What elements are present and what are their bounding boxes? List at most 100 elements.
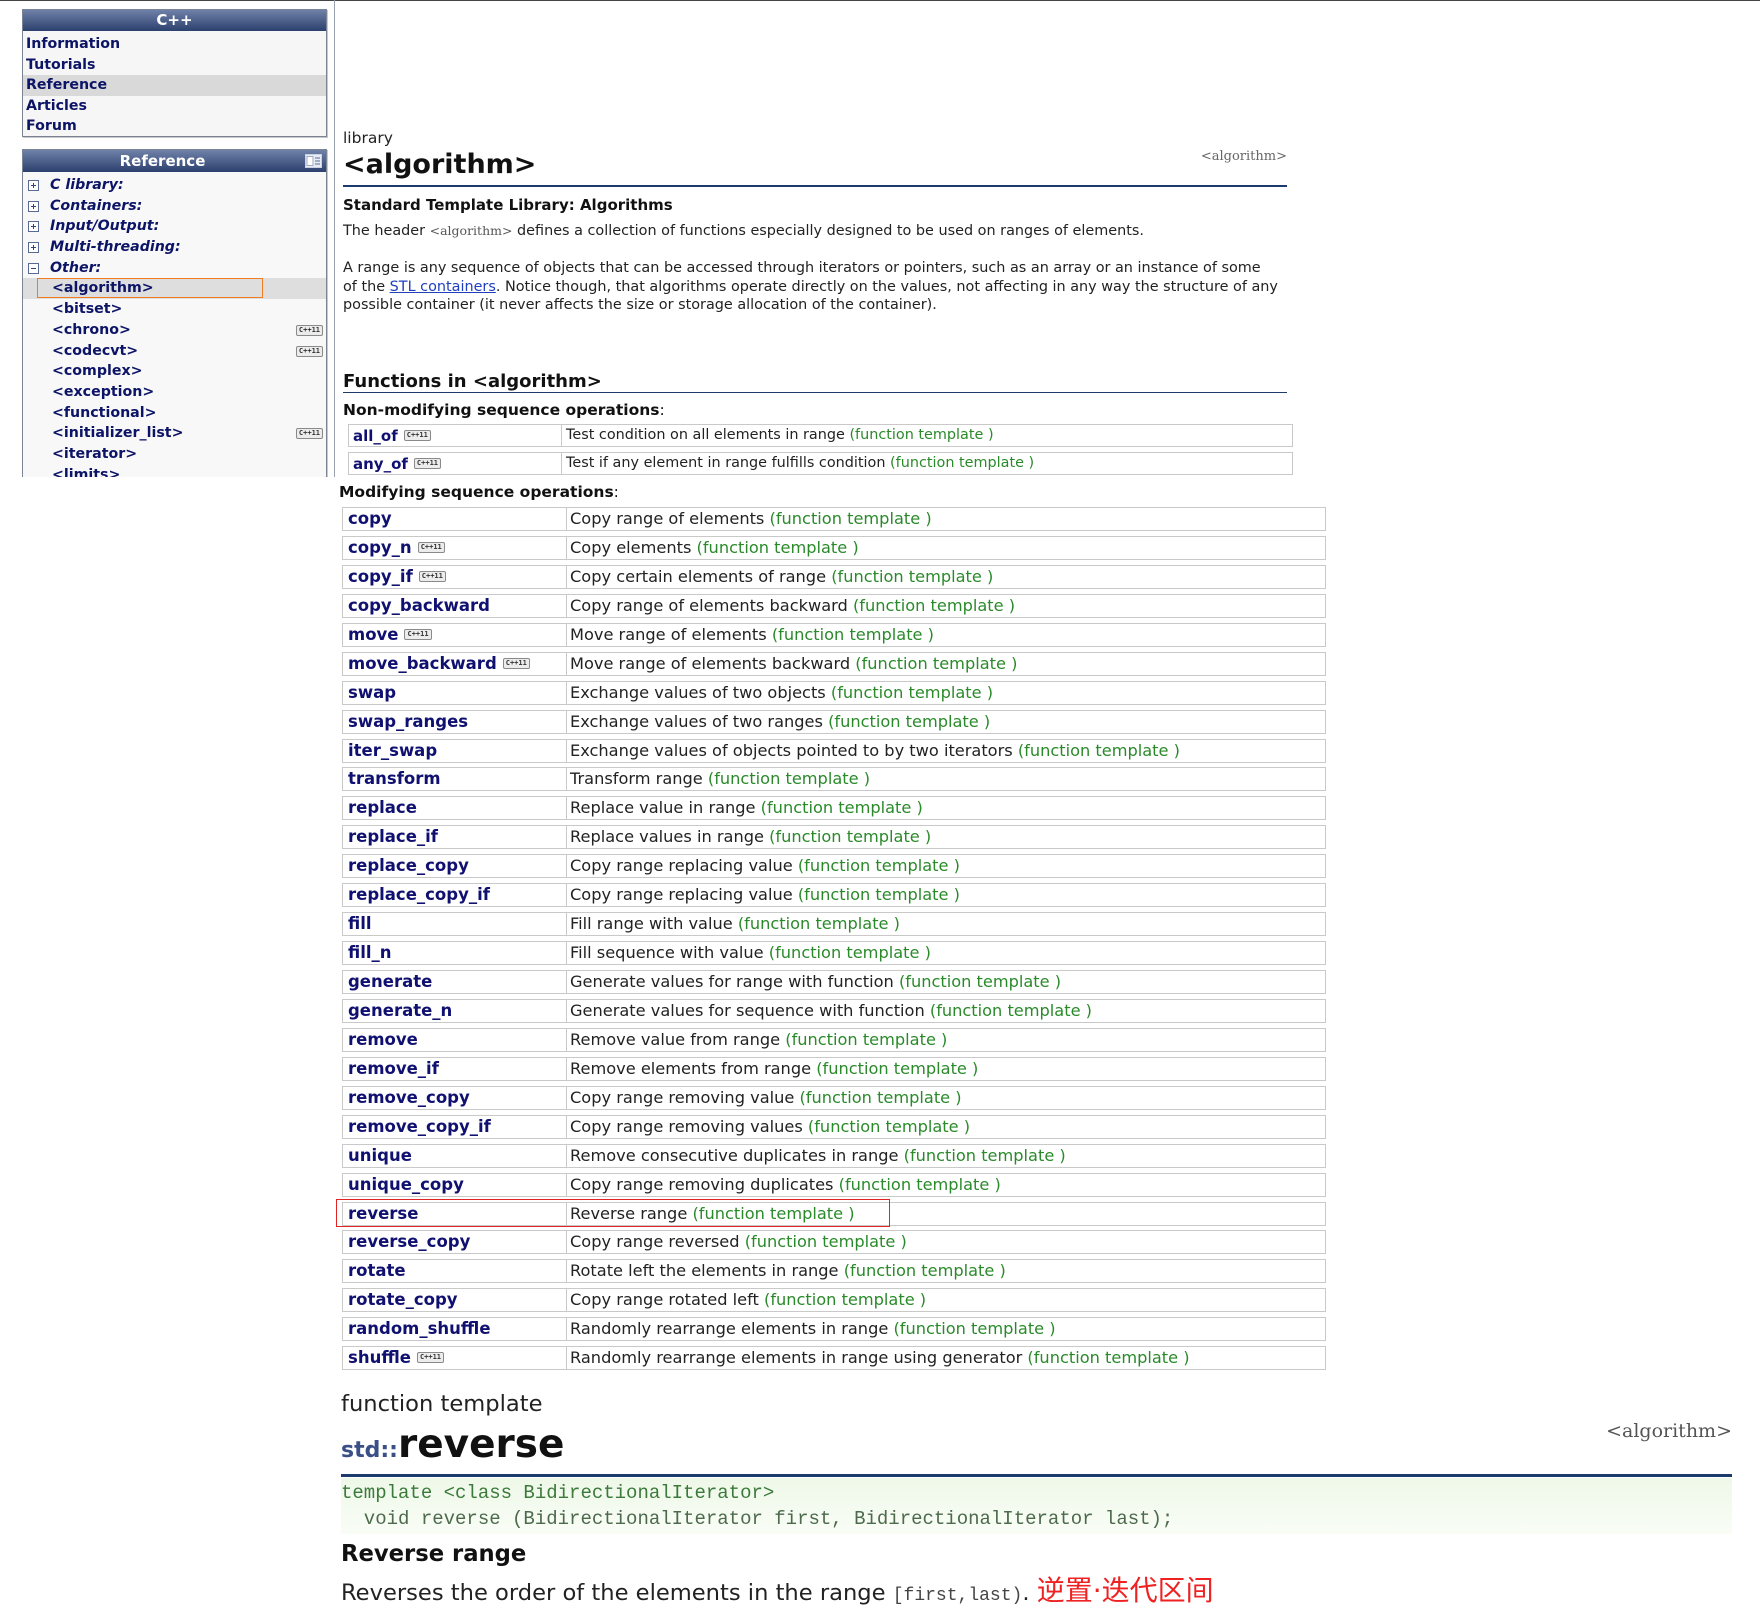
- function-name-cell: reverse_copy: [342, 1230, 567, 1255]
- tree-category-label[interactable]: Containers:: [50, 198, 142, 214]
- expand-icon[interactable]: [28, 180, 39, 191]
- function-name-link[interactable]: fill_n: [348, 943, 392, 962]
- nav-item-information[interactable]: Information: [23, 34, 326, 55]
- expand-icon[interactable]: [28, 242, 39, 254]
- tree-item-iterator[interactable]: <iterator>: [23, 444, 326, 465]
- tree-item-label[interactable]: <limits>: [52, 467, 120, 477]
- detail-description-before: Reverses the order of the elements in th…: [341, 1580, 893, 1606]
- expand-icon[interactable]: [28, 221, 39, 233]
- nav-item-forum[interactable]: Forum: [23, 116, 326, 137]
- function-row-remove-if: remove_if Remove elements from range (fun…: [342, 1056, 1326, 1081]
- function-name-link[interactable]: replace_if: [348, 827, 438, 846]
- tree-item-label[interactable]: <codecvt>: [52, 343, 138, 359]
- function-row-swap-ranges: swap_ranges Exchange values of two ranges…: [342, 709, 1326, 734]
- function-name-cell: remove_copy: [342, 1085, 567, 1110]
- function-row-move-backward: move_backward C++11 Move range of elements…: [342, 651, 1326, 676]
- tree-item-label[interactable]: <complex>: [52, 363, 143, 379]
- function-name-link[interactable]: unique_copy: [348, 1175, 464, 1194]
- collapse-icon[interactable]: [28, 262, 39, 274]
- tree-item-label[interactable]: <bitset>: [52, 301, 122, 317]
- function-name-link[interactable]: shuffle: [348, 1348, 411, 1367]
- function-name-link[interactable]: remove: [348, 1030, 418, 1049]
- reference-panel-icon[interactable]: [305, 154, 322, 168]
- function-name-link[interactable]: copy_backward: [348, 596, 490, 615]
- function-name-link[interactable]: fill: [348, 914, 372, 933]
- tree-item-bitset[interactable]: <bitset>: [23, 299, 326, 320]
- function-name-link[interactable]: transform: [348, 769, 441, 788]
- function-name-cell: generate_n: [342, 998, 567, 1023]
- function-name-link[interactable]: generate_n: [348, 1001, 452, 1020]
- function-name-cell: swap_ranges: [342, 709, 567, 734]
- function-description-cell: Copy range reversed (function template ): [567, 1230, 1326, 1255]
- prototype-signature-line: void reverse (BidirectionalIterator firs…: [341, 1508, 1174, 1530]
- function-name-cell: any_of C++11: [348, 452, 562, 475]
- function-row-copy-backward: copy_backward Copy range of elements back…: [342, 593, 1326, 618]
- function-name-cell: all_of C++11: [348, 424, 562, 447]
- tree-category-c-library[interactable]: C library:: [23, 175, 326, 196]
- function-kind: (function template ): [764, 1290, 927, 1310]
- function-description-cell: Remove consecutive duplicates in range (…: [567, 1143, 1326, 1168]
- function-row-move: move C++11 Move range of elements (functio…: [342, 622, 1326, 647]
- function-name-link[interactable]: swap: [348, 683, 396, 702]
- function-name-link[interactable]: rotate_copy: [348, 1290, 458, 1309]
- function-name-link[interactable]: generate: [348, 972, 432, 991]
- function-name-link[interactable]: swap_ranges: [348, 712, 468, 731]
- tree-item-label[interactable]: <chrono>: [52, 322, 131, 338]
- function-name-link[interactable]: any_of: [353, 455, 408, 473]
- stl-containers-link[interactable]: STL containers: [390, 279, 496, 295]
- header-description-after: defines a collection of functions especi…: [512, 223, 1144, 239]
- tree-category-label[interactable]: Multi-threading:: [50, 239, 181, 255]
- function-name-link[interactable]: iter_swap: [348, 741, 437, 760]
- function-name-link[interactable]: copy_if: [348, 567, 413, 586]
- nav-item-articles[interactable]: Articles: [23, 96, 326, 117]
- function-name-link[interactable]: move_backward: [348, 654, 497, 673]
- tree-category-label[interactable]: C library:: [50, 177, 124, 193]
- function-row-replace-if: replace_if Replace values in range (funct…: [342, 825, 1326, 850]
- function-name-link[interactable]: replace_copy: [348, 856, 469, 875]
- tree-item-initializer-list[interactable]: <initializer_list> C++11: [23, 423, 326, 444]
- tree-item-complex[interactable]: <complex>: [23, 361, 326, 382]
- function-description: Randomly rearrange elements in range: [570, 1319, 889, 1339]
- function-name-link[interactable]: all_of: [353, 427, 398, 445]
- tree-category-label[interactable]: Other:: [50, 260, 101, 276]
- tree-category-containers[interactable]: Containers:: [23, 196, 326, 217]
- nav-item-tutorials[interactable]: Tutorials: [23, 55, 326, 76]
- function-description-cell: Fill range with value (function template…: [567, 912, 1326, 937]
- reference-tree: C library: Containers: Input/Output: Multi-…: [23, 172, 326, 477]
- tree-item-exception[interactable]: <exception>: [23, 382, 326, 403]
- function-row-any-of: any_of C++11 Test if any element in range …: [348, 452, 1293, 475]
- tree-category-label[interactable]: Input/Output:: [50, 218, 159, 234]
- tree-item-label[interactable]: <exception>: [52, 384, 154, 400]
- tree-category-input-output[interactable]: Input/Output:: [23, 216, 326, 237]
- expand-icon[interactable]: [28, 200, 39, 212]
- tree-category-other[interactable]: Other:: [23, 258, 326, 279]
- title-rule: [343, 185, 1287, 187]
- nav-item-reference[interactable]: Reference: [23, 75, 326, 96]
- function-name-link[interactable]: move: [348, 625, 398, 644]
- function-name-link[interactable]: copy_n: [348, 538, 412, 557]
- function-name-link[interactable]: remove_copy: [348, 1088, 470, 1107]
- function-name-link[interactable]: remove_copy_if: [348, 1117, 491, 1136]
- tree-item-limits[interactable]: <limits>: [23, 465, 326, 477]
- tree-item-codecvt[interactable]: <codecvt> C++11: [23, 341, 326, 362]
- tree-item-label[interactable]: <iterator>: [52, 446, 137, 462]
- function-name-link[interactable]: replace_copy_if: [348, 885, 490, 904]
- function-row-reverse-copy: reverse_copy Copy range reversed (functio…: [342, 1230, 1326, 1255]
- function-name-link[interactable]: reverse_copy: [348, 1232, 470, 1251]
- function-name-link[interactable]: replace: [348, 798, 417, 817]
- function-name-link[interactable]: remove_if: [348, 1059, 439, 1078]
- function-description: Fill sequence with value: [570, 943, 764, 963]
- tree-item-label[interactable]: <initializer_list>: [52, 425, 183, 441]
- tree-item-chrono[interactable]: <chrono> C++11: [23, 320, 326, 341]
- function-name-link[interactable]: copy: [348, 509, 392, 528]
- function-kind: (function template ): [1017, 740, 1180, 760]
- tree-item-functional[interactable]: <functional>: [23, 403, 326, 424]
- function-name-link[interactable]: unique: [348, 1146, 412, 1165]
- function-name-link[interactable]: rotate: [348, 1261, 406, 1280]
- tree-category-multi-threading[interactable]: Multi-threading:: [23, 237, 326, 258]
- function-description: Copy range removing duplicates: [570, 1174, 834, 1194]
- function-name-link[interactable]: random_shuffle: [348, 1319, 491, 1338]
- function-name-cell: remove_copy_if: [342, 1114, 567, 1139]
- detail-rule: [341, 1474, 1732, 1477]
- tree-item-label[interactable]: <functional>: [52, 405, 157, 421]
